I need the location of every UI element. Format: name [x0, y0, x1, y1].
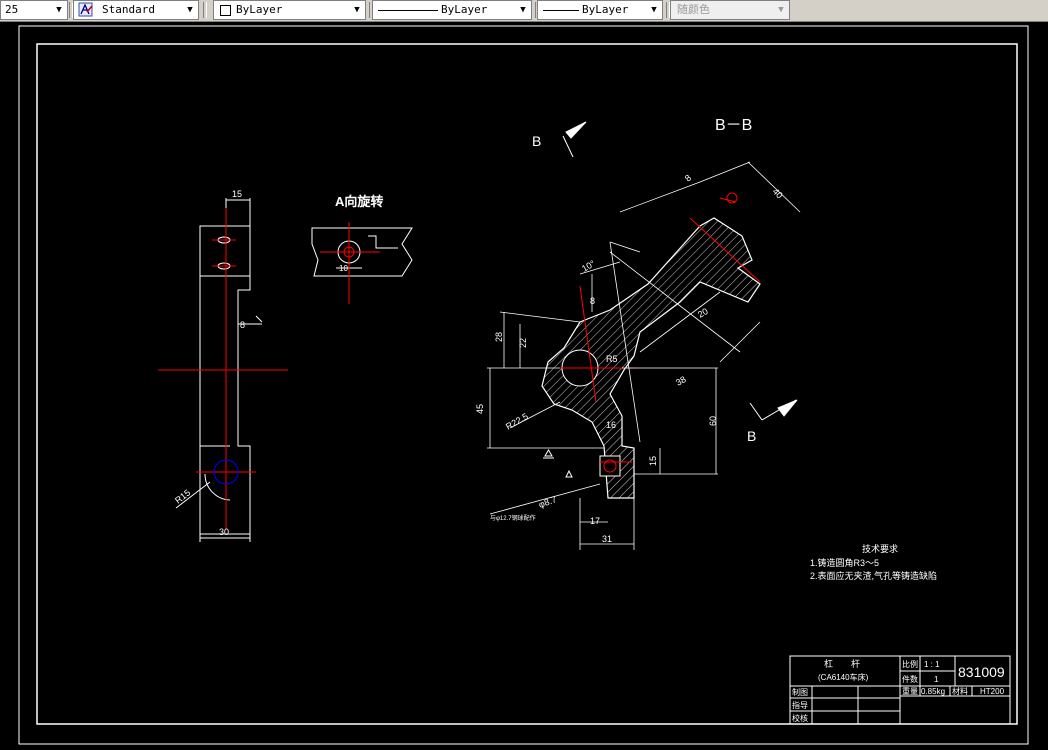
dim-dia: φ8.7 — [537, 494, 558, 510]
dim-28: 28 — [494, 332, 504, 342]
chevron-down-icon[interactable]: ▼ — [51, 1, 67, 19]
dim-15: 15 — [648, 456, 658, 466]
tb-reviewed-label: 校核 — [792, 713, 808, 723]
drawing-svg[interactable]: 15 8 30 R15 A向旋转 10 B B－B B 45 60 15 31 … — [0, 22, 1048, 746]
chevron-down-icon[interactable]: ▼ — [515, 1, 531, 19]
lineweight-combo[interactable]: 25 ▼ — [0, 0, 68, 20]
casting-note: 与φ12.7钢球配作 — [490, 514, 536, 522]
cut-marker-top-label: B — [532, 133, 541, 149]
tb-material-value: HT200 — [980, 687, 1005, 696]
color-control-combo[interactable]: ByLayer ▼ — [213, 0, 366, 20]
dim-rotated-dia: 10 — [339, 264, 348, 273]
dim-17: 17 — [590, 516, 600, 526]
tech-req-title: 技术要求 — [862, 543, 898, 554]
tb-qty-label: 件数 — [902, 674, 918, 684]
dim-bottom-width: 30 — [219, 527, 229, 537]
dim-31: 31 — [602, 534, 612, 544]
chevron-down-icon[interactable]: ▼ — [182, 1, 198, 19]
toolbar-separator — [203, 2, 207, 18]
linetype-combo[interactable]: ByLayer ▼ — [372, 0, 532, 20]
chevron-down-icon: ▼ — [778, 5, 784, 15]
lineweight-control-combo[interactable]: ByLayer ▼ — [537, 0, 663, 20]
cut-marker-bottom-arrow — [749, 399, 798, 421]
dim-side-offset: 8 — [240, 320, 245, 330]
title-block-text: 杠 杆 (CA6140车床) 比例 1 : 1 件数 1 831009 制图 指… — [792, 658, 1005, 723]
front-view-centerlines — [158, 208, 288, 530]
cut-marker-top-arrow — [562, 121, 587, 158]
tb-material-label: 材料 — [952, 686, 968, 696]
tb-scale-label: 比例 — [902, 659, 918, 669]
dim-40: 40 — [771, 186, 785, 200]
section-label: B－B — [715, 117, 752, 134]
lineweight-combo-value: 25 — [5, 3, 19, 16]
dim-22: 22 — [518, 338, 528, 348]
dim-r225: R22.5 — [504, 411, 530, 432]
tb-drawing-number: 831009 — [958, 664, 1005, 680]
dim-60: 60 — [708, 416, 718, 426]
text-style-icon — [78, 2, 93, 17]
dim-10deg: 10° — [580, 258, 597, 274]
tb-part-name: 杠 杆 — [824, 658, 860, 669]
lineweight-control-value: ByLayer — [582, 3, 629, 16]
linetype-value: ByLayer — [441, 3, 488, 16]
chevron-down-icon[interactable]: ▼ — [349, 1, 365, 19]
rotated-view-title: A向旋转 — [335, 194, 383, 209]
dim-16: 16 — [606, 420, 616, 430]
tech-req-1: 1.铸造圆角R3～5 — [810, 557, 879, 568]
text-style-combo[interactable]: Standard ▼ — [73, 0, 199, 20]
cut-marker-bottom-label: B — [747, 428, 756, 444]
dim-8a: 8 — [590, 296, 595, 306]
dim-8b: 8 — [683, 173, 693, 184]
tb-weight-value: 0.85kg — [921, 687, 945, 696]
dim-38: 38 — [674, 374, 688, 388]
color-control-value: ByLayer — [236, 3, 283, 16]
drawing-canvas[interactable]: 15 8 30 R15 A向旋转 10 B B－B B 45 60 15 31 … — [0, 22, 1048, 746]
chevron-down-icon[interactable]: ▼ — [646, 1, 662, 19]
front-view-outline — [199, 225, 251, 535]
tb-scale-value: 1 : 1 — [924, 660, 940, 669]
tb-drawn-label: 制图 — [792, 687, 808, 697]
tb-weight-label: 重量 — [902, 686, 918, 696]
tb-machine: (CA6140车床) — [818, 672, 869, 682]
plot-style-value: 随颜色 — [677, 3, 710, 16]
dim-top-width: 15 — [232, 189, 242, 199]
plot-style-combo: 随颜色 ▼ — [670, 0, 790, 20]
dim-r5: R5 — [606, 354, 618, 364]
inner-sheet-border — [36, 43, 1018, 725]
properties-toolbar: 25 ▼ Standard ▼ ByLayer ▼ ByLayer ▼ ByLa… — [0, 0, 1048, 22]
tb-checked-label: 指导 — [792, 700, 808, 710]
tech-req-2: 2.表面应无夹渣,气孔等铸造缺陷 — [810, 570, 937, 581]
text-style-value: Standard — [102, 3, 155, 16]
linetype-swatch-icon — [378, 10, 438, 11]
dim-bottom-radius: R15 — [173, 488, 192, 506]
dim-45: 45 — [475, 404, 485, 414]
lineweight-swatch-icon — [543, 10, 579, 11]
outer-sheet-border — [18, 25, 1029, 745]
section-dimension-lines — [487, 161, 801, 550]
color-swatch-icon — [220, 5, 231, 16]
tb-qty-value: 1 — [934, 675, 939, 684]
